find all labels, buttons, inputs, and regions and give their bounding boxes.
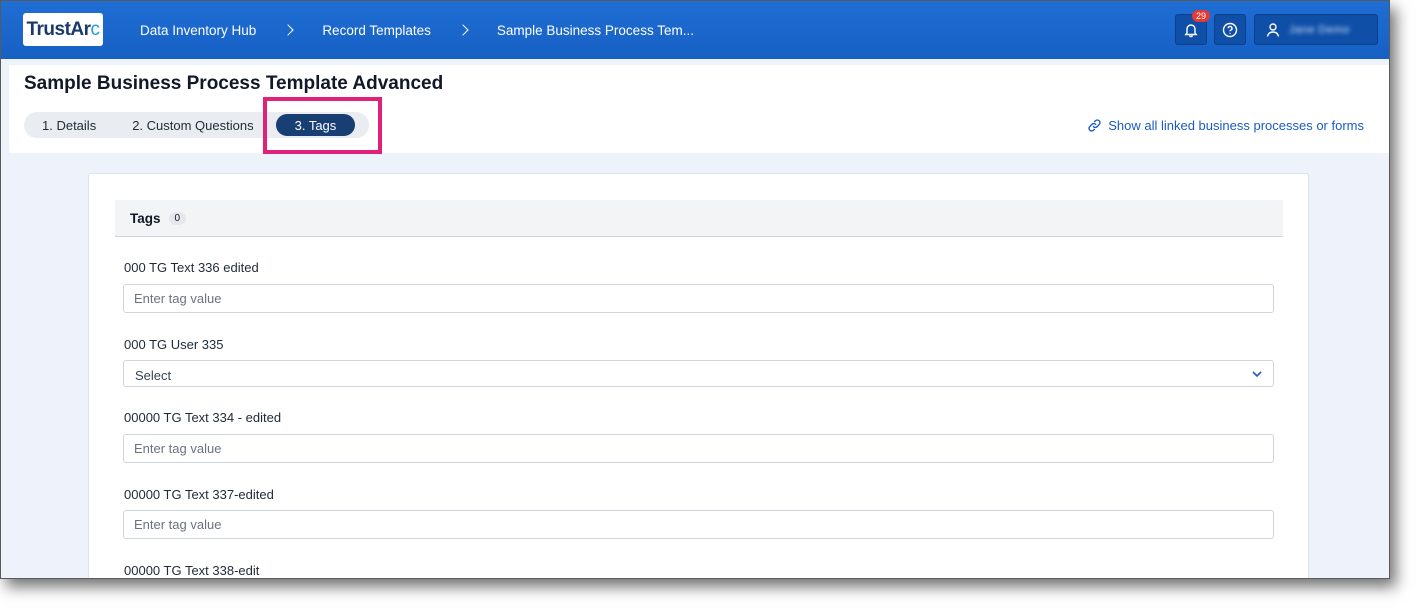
- tag-text-input[interactable]: [123, 510, 1274, 539]
- tag-text-input[interactable]: [123, 434, 1274, 463]
- page-header: Sample Business Process Template Advance…: [9, 65, 1389, 154]
- question-circle-icon: [1222, 22, 1238, 37]
- user-name: Jane Demo: [1289, 23, 1350, 36]
- tag-text-input[interactable]: [123, 284, 1274, 313]
- help-button[interactable]: [1214, 14, 1246, 45]
- select-value: Select: [135, 368, 172, 383]
- logo-text: TrustAr: [26, 18, 91, 40]
- show-linked-processes-link[interactable]: Show all linked business processes or fo…: [1087, 118, 1364, 133]
- breadcrumb-current-template: Sample Business Process Tem...: [496, 22, 694, 38]
- tag-field-label: 000 TG User 335: [124, 337, 224, 352]
- tags-tab-highlight: [263, 97, 382, 154]
- bell-icon: [1184, 23, 1198, 37]
- tag-field-label: 00000 TG Text 337-edited: [124, 487, 274, 502]
- trustarc-logo[interactable]: TrustAr c: [23, 13, 103, 46]
- tag-field-label: 000 TG Text 336 edited: [124, 260, 259, 275]
- chevron-down-icon: [1252, 371, 1262, 378]
- link-icon: [1088, 119, 1101, 132]
- tags-card: Tags 0 000 TG Text 336 edited 000 TG Use…: [88, 173, 1309, 578]
- notification-count-badge: 29: [1192, 10, 1211, 22]
- tag-field-label: 00000 TG Text 338-edit: [124, 563, 260, 578]
- tab-custom-questions[interactable]: 2. Custom Questions: [114, 112, 271, 138]
- notifications-button[interactable]: 29: [1175, 10, 1211, 45]
- chevron-right-icon: [457, 24, 469, 36]
- breadcrumb-data-inventory-hub[interactable]: Data Inventory Hub: [140, 23, 256, 38]
- user-icon: [1266, 22, 1280, 37]
- chevron-right-icon: [282, 24, 294, 36]
- tag-user-select[interactable]: Select: [123, 360, 1274, 387]
- tag-field-label: 00000 TG Text 334 - edited: [124, 410, 282, 425]
- app-window: TrustAr c Data Inventory Hub Record Templ…: [0, 0, 1390, 579]
- tags-section-header: Tags 0: [115, 200, 1283, 237]
- user-menu-button[interactable]: Jane Demo: [1254, 14, 1378, 45]
- breadcrumb: Data Inventory Hub Record Templates Samp…: [140, 1, 694, 59]
- breadcrumb-record-templates[interactable]: Record Templates: [322, 23, 431, 38]
- tags-count-badge: 0: [168, 211, 187, 225]
- show-linked-processes-label: Show all linked business processes or fo…: [1108, 118, 1364, 133]
- page-title: Sample Business Process Template Advance…: [24, 73, 444, 94]
- tab-details[interactable]: 1. Details: [24, 112, 114, 138]
- tags-section-title: Tags: [130, 210, 161, 226]
- top-navigation-bar: TrustAr c Data Inventory Hub Record Templ…: [1, 1, 1389, 59]
- logo-accent: c: [90, 18, 101, 40]
